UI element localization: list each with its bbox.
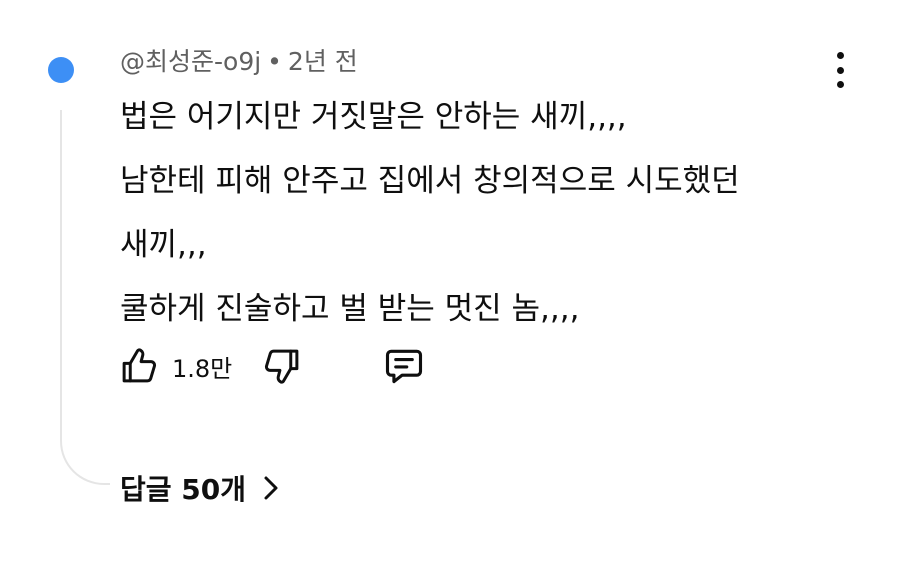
comment-icon (382, 344, 426, 388)
comment-line: 쿨하게 진술하고 벌 받는 멋진 놈,,,, (120, 291, 580, 327)
more-options-button[interactable] (826, 50, 854, 90)
reply-button[interactable] (380, 343, 428, 389)
comment-line: 새끼,,, (120, 227, 207, 263)
comment-line: 남한테 피해 안주고 집에서 창의적으로 시도했던 (120, 163, 740, 199)
meta-separator: • (267, 47, 282, 76)
comment-line: 법은 어기지만 거짓말은 안하는 새끼,,,, (120, 99, 627, 135)
comment-text: 법은 어기지만 거짓말은 안하는 새끼,,,, 남한테 피해 안주고 집에서 창… (120, 92, 840, 348)
author-handle[interactable]: @최성준-o9j (120, 47, 261, 76)
avatar[interactable] (48, 57, 74, 83)
like-button[interactable]: 1.8만 (118, 343, 232, 389)
view-replies-button[interactable]: 답글 50개 (120, 466, 282, 510)
replies-count-label: 답글 50개 (120, 473, 246, 506)
more-vertical-icon-dot (836, 81, 844, 88)
thumb-down-icon (261, 345, 303, 387)
like-count: 1.8만 (172, 354, 233, 383)
dislike-button[interactable] (260, 343, 304, 389)
thread-connector-line (60, 110, 110, 485)
chevron-right-icon (260, 474, 282, 502)
more-vertical-icon-dot (836, 66, 844, 74)
comment-time: 2년 전 (287, 47, 358, 76)
more-vertical-icon (836, 52, 844, 59)
comment-meta: @최성준-o9j • 2년 전 (120, 45, 358, 79)
thumb-up-icon (118, 345, 160, 387)
